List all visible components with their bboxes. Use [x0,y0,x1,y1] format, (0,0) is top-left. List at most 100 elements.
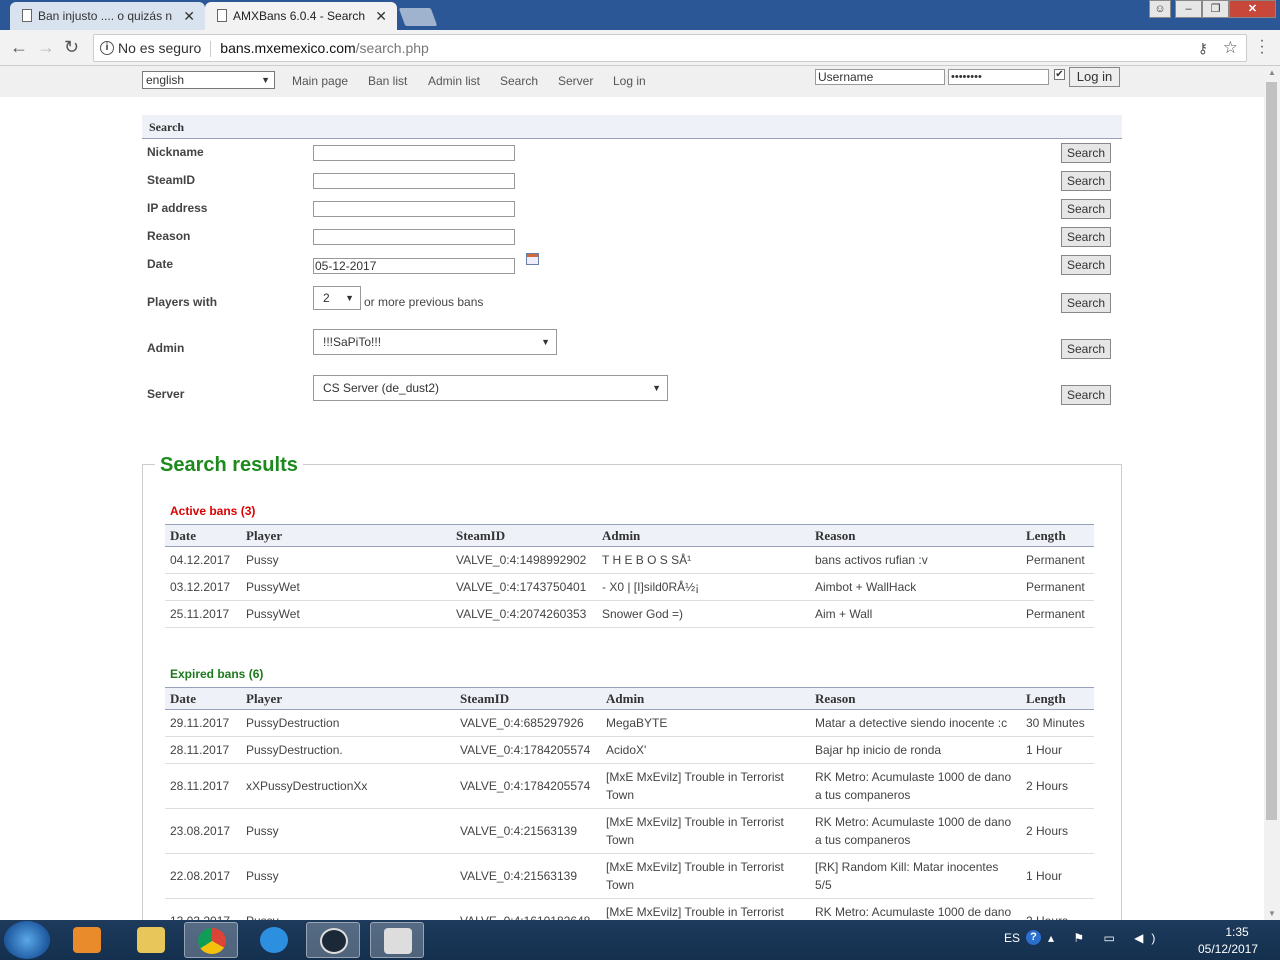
scroll-down-icon[interactable]: ▼ [1268,909,1276,918]
username-input[interactable]: Username [815,69,945,85]
chevron-down-icon: ▼ [261,75,270,85]
table-header-row: Date Player SteamID Admin Reason Length [165,524,1094,547]
table-row: 22.08.2017 Pussy VALVE_0:4:21563139 [MxE Mx… [165,853,1094,899]
language-select[interactable]: english ▼ [142,71,275,89]
taskbar-media-player[interactable] [60,922,114,958]
col-date: Date [165,687,241,710]
taskbar-steam[interactable] [306,922,360,958]
ip-input[interactable] [313,201,515,217]
password-input[interactable]: •••••••• [948,69,1049,85]
scroll-thumb[interactable] [1266,82,1277,820]
system-tray: ES ? ▴ ⚑ ▭ ◀) 1:35 05/12/2017 [1000,920,1280,960]
cell-steamid: VALVE_0:4:1743750401 [451,573,597,601]
cell-reason: RK Metro: Acumulaste 1000 de dano a tus … [810,808,1021,854]
date-input[interactable]: 05-12-2017 [313,258,515,274]
results-title: Search results [155,454,303,477]
remember-checkbox[interactable]: ✔ [1054,69,1065,80]
tray-icons[interactable]: ▴ ⚑ ▭ ◀) [1048,931,1163,945]
key-icon[interactable]: ⚷ [1198,35,1208,61]
user-profile-icon[interactable]: ☺ [1149,0,1171,18]
table-row: 28.11.2017 PussyDestruction. VALVE_0:4:178… [165,736,1094,764]
search-admin-button[interactable]: Search [1061,339,1111,359]
cell-admin: MegaBYTE [601,709,810,737]
browser-tab-2[interactable]: AMXBans 6.0.4 - Search ✕ [205,2,397,30]
ip-label: IP address [147,201,208,215]
admin-select[interactable]: !!!SaPiTo!!! ▼ [313,329,557,355]
reload-icon[interactable]: ↻ [64,38,79,56]
search-nickname-button[interactable]: Search [1061,143,1111,163]
taskbar-file-explorer[interactable] [124,922,178,958]
col-player: Player [241,687,455,710]
cell-length: Permanent [1021,600,1094,628]
page-scrollbar[interactable]: ▲ ▼ [1264,66,1280,920]
previous-bans-value: 2 [323,291,330,305]
cell-player: Pussy [241,898,455,920]
previous-bans-suffix: or more previous bans [364,295,484,309]
cell-steamid: VALVE_0:4:21563139 [455,808,601,854]
new-tab-button[interactable] [398,8,438,26]
cell-player: Pussy [241,853,455,899]
server-value: CS Server (de_dust2) [323,381,440,395]
close-window-icon[interactable]: ✕ [1229,0,1276,18]
browser-tab-1[interactable]: Ban injusto .... o quizás n ✕ [10,2,205,30]
language-indicator[interactable]: ES [1004,931,1020,945]
cell-length: Permanent [1021,546,1094,574]
search-date-button[interactable]: Search [1061,255,1111,275]
nav-search[interactable]: Search [500,74,538,88]
scroll-up-icon[interactable]: ▲ [1268,68,1276,77]
nav-main-page[interactable]: Main page [292,74,348,88]
maximize-icon[interactable]: ❐ [1202,0,1229,18]
cell-length: 2 Hours [1021,898,1094,920]
admin-label: Admin [147,341,185,355]
server-label: Server [147,387,185,401]
taskbar-counter-strike[interactable] [370,922,424,958]
active-bans-title: Active bans (3) [170,504,256,518]
search-steamid-button[interactable]: Search [1061,171,1111,191]
file-explorer-icon [137,927,165,953]
nav-admin-list[interactable]: Admin list [428,74,480,88]
clock-date[interactable]: 05/12/2017 [1193,942,1263,956]
search-server-button[interactable]: Search [1061,385,1111,405]
admin-value: !!!SaPiTo!!! [323,335,382,349]
server-select[interactable]: CS Server (de_dust2) ▼ [313,375,668,401]
taskbar-internet-explorer[interactable] [247,922,301,958]
previous-bans-select[interactable]: 2 ▼ [313,286,361,310]
clock-time[interactable]: 1:35 [1212,925,1262,939]
cell-admin: [MxE MxEvilz] Trouble in Terrorist Town [601,763,810,809]
bookmark-star-icon[interactable]: ☆ [1223,35,1238,61]
nav-ban-list[interactable]: Ban list [368,74,407,88]
close-tab-icon[interactable]: ✕ [183,2,195,30]
reason-input[interactable] [313,229,515,245]
search-reason-button[interactable]: Search [1061,227,1111,247]
taskbar-chrome[interactable] [184,922,238,958]
nickname-input[interactable] [313,145,515,161]
active-bans-table: Date Player SteamID Admin Reason Length … [165,524,1094,628]
address-bar[interactable]: i No es seguro bans.mxemexico.com/search.… [93,34,1247,62]
start-button[interactable] [4,921,50,959]
cell-player: Pussy [241,546,451,574]
info-icon[interactable]: i [100,41,114,55]
search-ip-button[interactable]: Search [1061,199,1111,219]
nav-server[interactable]: Server [558,74,593,88]
browser-tab-strip: Ban injusto .... o quizás n ✕ AMXBans 6.… [0,0,1280,30]
cell-admin: - X0 | [I]sild0RÅ½¡ [597,573,810,601]
reason-label: Reason [147,229,191,243]
login-button[interactable]: Log in [1069,67,1120,87]
expired-bans-title: Expired bans (6) [170,667,264,681]
back-arrow-icon[interactable]: ← [10,38,28,56]
menu-icon[interactable]: · · · [1258,33,1266,61]
cell-reason: Matar a detective siendo inocente :c [810,709,1021,737]
search-players-button[interactable]: Search [1061,293,1111,313]
close-tab-icon[interactable]: ✕ [375,2,387,30]
steamid-input[interactable] [313,173,515,189]
minimize-icon[interactable]: ‒ [1175,0,1202,18]
help-icon[interactable]: ? [1026,930,1041,945]
tab-title: AMXBans 6.0.4 - Search [233,9,366,23]
cell-date: 23.08.2017 [165,808,241,854]
security-label: No es seguro [118,40,202,56]
calendar-icon[interactable] [526,253,539,265]
forward-arrow-icon[interactable]: → [37,38,55,56]
nav-log-in[interactable]: Log in [613,74,646,88]
cell-steamid: VALVE_0:4:21563139 [455,853,601,899]
cell-length: Permanent [1021,573,1094,601]
